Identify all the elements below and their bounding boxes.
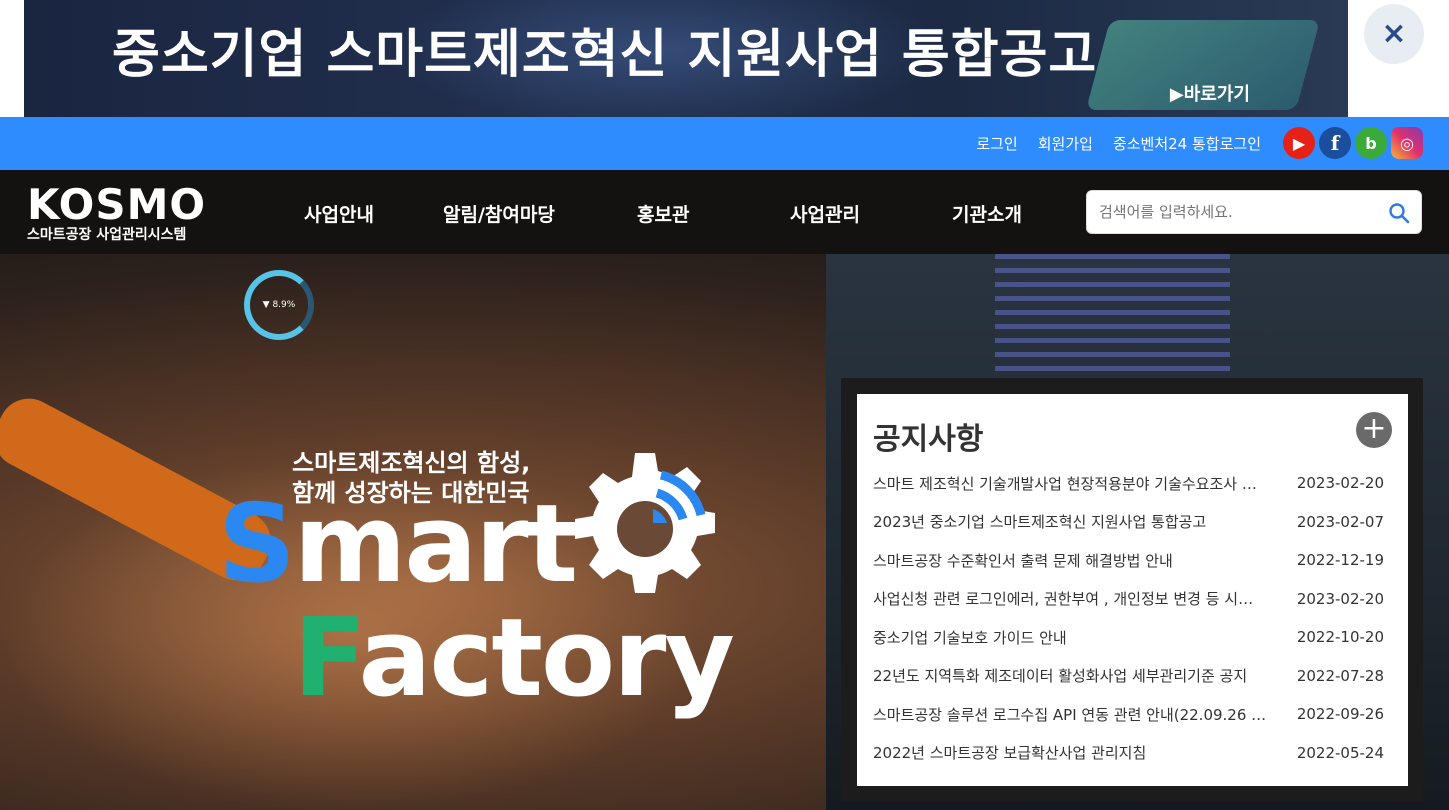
notice-item[interactable]: 사업신청 관련 로그인에러, 권한부여 , 개인정보 변경 등 시… 2023-0… xyxy=(873,580,1384,619)
utility-bar: 로그인 회원가입 중소벤처24 통합로그인 ▶ f b ◎ xyxy=(0,117,1449,170)
utility-links: 로그인 회원가입 중소벤처24 통합로그인 xyxy=(976,117,1261,170)
notice-item[interactable]: 중소기업 기술보호 가이드 안내 2022-10-20 xyxy=(873,618,1384,657)
notice-item-date: 2023-02-07 xyxy=(1296,512,1384,531)
social-links: ▶ f b ◎ xyxy=(1283,127,1423,159)
smart-capital: S xyxy=(218,482,296,607)
notice-item-title[interactable]: 스마트공장 솔루션 로그수집 API 연동 관련 안내(22.09.26 … xyxy=(873,704,1266,725)
notice-item-date: 2023-02-20 xyxy=(1296,589,1384,608)
notice-item-date: 2023-02-20 xyxy=(1296,474,1384,493)
logo-wordmark: KOSMO xyxy=(27,180,207,229)
instagram-icon[interactable]: ◎ xyxy=(1391,127,1423,159)
search-box xyxy=(1086,190,1422,234)
notice-item[interactable]: 2022년 스마트공장 보급확산사업 관리지침 2022-05-24 xyxy=(873,734,1384,773)
facebook-icon[interactable]: f xyxy=(1319,127,1351,159)
notice-title: 공지사항 xyxy=(873,422,984,457)
notice-item-title[interactable]: 2022년 스마트공장 보급확산사업 관리지침 xyxy=(873,742,1146,763)
nav-item-business-info[interactable]: 사업안내 xyxy=(304,200,374,227)
signup-link[interactable]: 회원가입 xyxy=(1038,133,1093,154)
main-nav: KOSMO 스마트공장 사업관리시스템 사업안내 알림/참여마당 홍보관 사업관… xyxy=(0,170,1449,254)
notice-item-date: 2022-12-19 xyxy=(1296,551,1384,570)
banner-title: 중소기업 스마트제조혁신 지원사업 통합공고 xyxy=(112,25,1098,85)
youtube-icon[interactable]: ▶ xyxy=(1283,127,1315,159)
smart-rest: mart xyxy=(293,482,578,607)
blog-icon[interactable]: b xyxy=(1355,127,1387,159)
notice-item-date: 2022-05-24 xyxy=(1296,743,1384,762)
factory-rest: actory xyxy=(358,596,734,721)
notice-item-date: 2022-10-20 xyxy=(1296,628,1384,647)
notice-item[interactable]: 스마트공장 솔루션 로그수집 API 연동 관련 안내(22.09.26 … 20… xyxy=(873,695,1384,734)
notice-item-title[interactable]: 스마트 제조혁신 기술개발사업 현장적용분야 기술수요조사 … xyxy=(873,473,1257,494)
notice-item[interactable]: 2023년 중소기업 스마트제조혁신 지원사업 통합공고 2023-02-07 xyxy=(873,503,1384,542)
nav-item-about[interactable]: 기관소개 xyxy=(952,200,1022,227)
notice-more-button[interactable]: + xyxy=(1356,412,1392,448)
logo[interactable]: KOSMO 스마트공장 사업관리시스템 xyxy=(27,184,206,244)
search-icon[interactable] xyxy=(1387,201,1411,225)
notice-item[interactable]: 스마트 제조혁신 기술개발사업 현장적용분야 기술수요조사 … 2023-02-2… xyxy=(873,464,1384,503)
banner-go-link[interactable]: ▶바로가기 xyxy=(1170,80,1250,106)
notice-list: 스마트 제조혁신 기술개발사업 현장적용분야 기술수요조사 … 2023-02-2… xyxy=(873,464,1384,772)
notice-item[interactable]: 스마트공장 수준확인서 출력 문제 해결방법 안내 2022-12-19 xyxy=(873,541,1384,580)
hero-tagline-line1: 스마트제조혁신의 함성, xyxy=(292,449,531,477)
gear-wifi-icon xyxy=(575,453,715,593)
banner-close-button[interactable]: × xyxy=(1364,4,1424,64)
login-link[interactable]: 로그인 xyxy=(976,133,1017,154)
notice-item-date: 2022-09-26 xyxy=(1296,705,1384,724)
hero-smart-word: Smart xyxy=(218,490,578,600)
notice-panel: 공지사항 + 스마트 제조혁신 기술개발사업 현장적용분야 기술수요조사 … 20… xyxy=(857,394,1408,786)
notice-item-date: 2022-07-28 xyxy=(1296,666,1384,685)
notice-item-title[interactable]: 사업신청 관련 로그인에러, 권한부여 , 개인정보 변경 등 시… xyxy=(873,588,1253,609)
nav-item-notice-participation[interactable]: 알림/참여마당 xyxy=(443,200,555,227)
notice-item-title[interactable]: 22년도 지역특화 제조데이터 활성화사업 세부관리기준 공지 xyxy=(873,665,1247,686)
search-input[interactable] xyxy=(1097,202,1381,222)
integrated-login-link[interactable]: 중소벤처24 통합로그인 xyxy=(1113,133,1261,154)
logo-subtitle: 스마트공장 사업관리시스템 xyxy=(27,227,187,243)
top-banner[interactable]: 중소기업 스마트제조혁신 지원사업 통합공고 ▶바로가기 xyxy=(24,0,1348,117)
notice-item[interactable]: 22년도 지역특화 제조데이터 활성화사업 세부관리기준 공지 2022-07-2… xyxy=(873,657,1384,696)
dashboard-bars xyxy=(995,254,1230,384)
notice-item-title[interactable]: 스마트공장 수준확인서 출력 문제 해결방법 안내 xyxy=(873,550,1173,571)
hero-factory-word: Factory xyxy=(293,604,735,714)
dashboard-gauge: ▼ 8.9% xyxy=(244,270,314,340)
notice-item-title[interactable]: 2023년 중소기업 스마트제조혁신 지원사업 통합공고 xyxy=(873,511,1206,532)
factory-capital: F xyxy=(293,596,360,721)
nav-item-promotion[interactable]: 홍보관 xyxy=(637,200,689,227)
notice-item-title[interactable]: 중소기업 기술보호 가이드 안내 xyxy=(873,627,1067,648)
nav-item-business-management[interactable]: 사업관리 xyxy=(790,200,860,227)
